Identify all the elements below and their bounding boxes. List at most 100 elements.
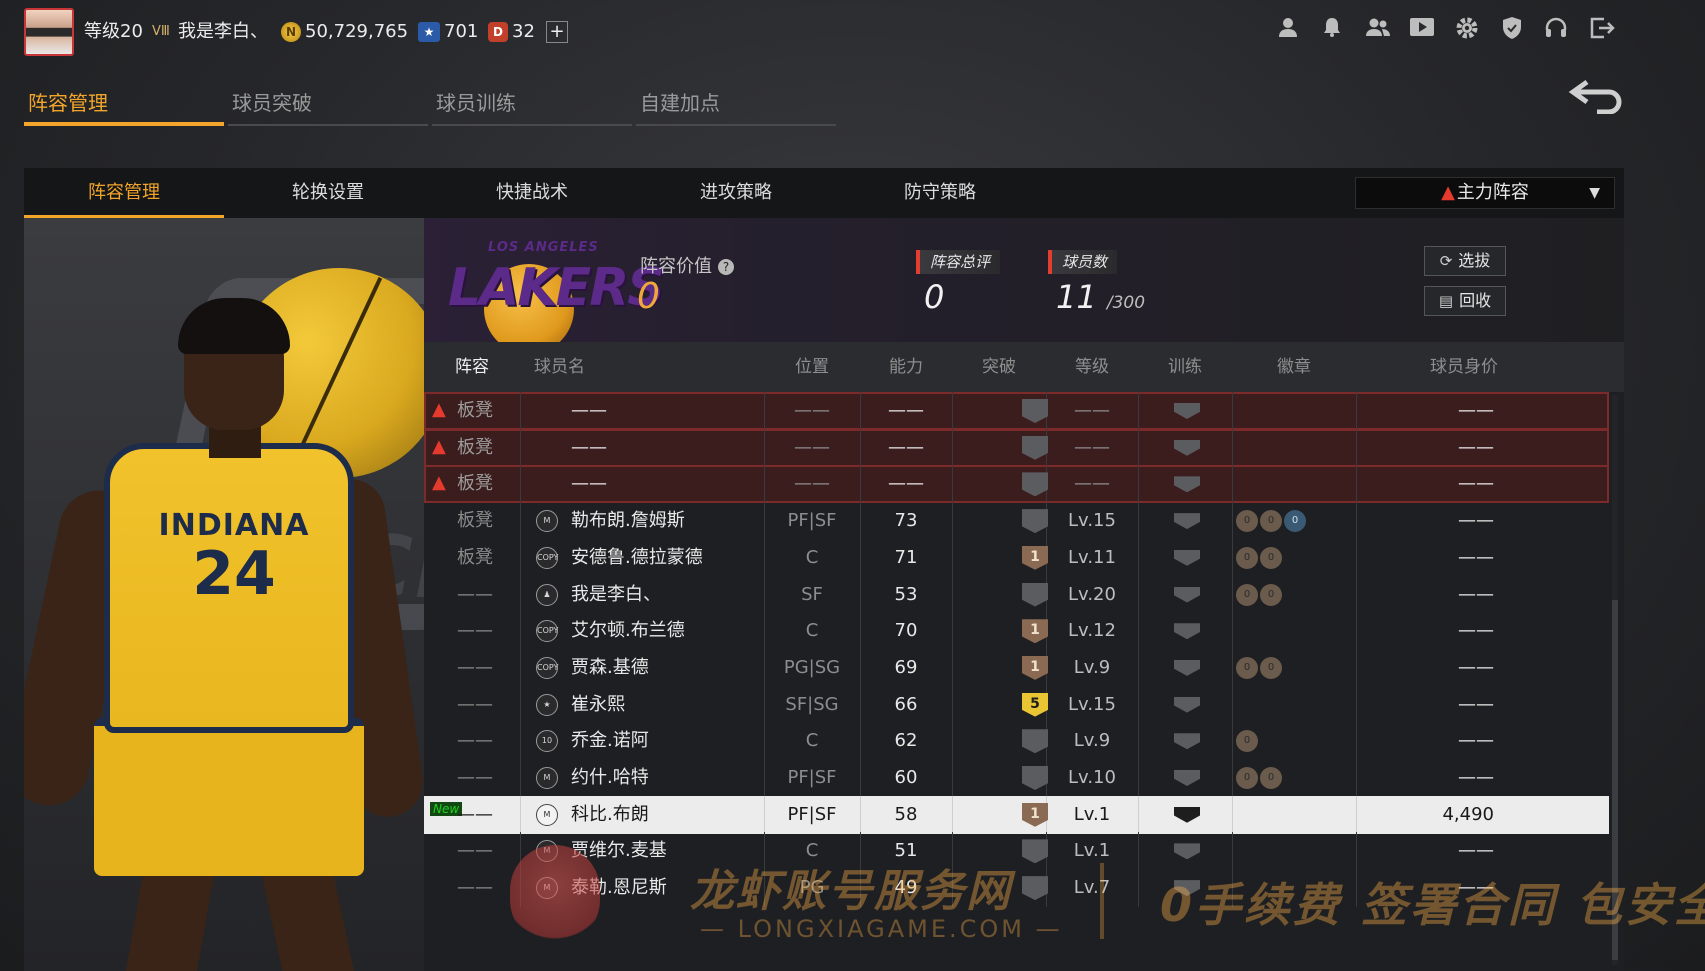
bell-icon[interactable] [1316,16,1348,48]
row-level: —— [1074,400,1110,421]
table-row[interactable]: ▲ 板凳 —— —— —— —— —— [424,392,1609,430]
training-icon[interactable] [1174,403,1200,419]
training-icon[interactable] [1174,623,1200,640]
gear-icon[interactable] [1451,16,1483,48]
tab-lineup-management[interactable]: 阵容管理 [24,86,224,126]
training-icon[interactable] [1174,439,1200,456]
row-player-name: 艾尔顿.布兰德 [571,620,685,642]
row-ability: 51 [894,840,918,862]
training-icon[interactable] [1174,806,1200,823]
table-row[interactable]: —— COPY 艾尔顿.布兰德 C 70 1 Lv.12 —— [424,612,1609,651]
tab-custom-points[interactable]: 自建加点 [636,86,836,126]
subtab-defense[interactable]: 防守策略 [840,168,1040,218]
add-currency-button[interactable]: + [546,21,568,43]
col-position[interactable]: 位置 [764,342,860,392]
row-player-name: 贾森.基德 [571,656,649,678]
training-icon[interactable] [1174,549,1200,566]
avatar[interactable] [24,8,74,56]
col-player-value[interactable]: 球员身价 [1414,342,1514,392]
subtab-quick-tactics[interactable]: 快捷战术 [432,168,632,218]
player-card-icon: M [536,877,558,900]
col-lineup[interactable]: 阵容 [424,342,520,392]
tab-label: 球员训练 [436,91,516,115]
col-ability[interactable]: 能力 [860,342,952,392]
lineup-value: 0 [637,276,660,317]
col-breakthrough[interactable]: 突破 [952,342,1046,392]
col-badges[interactable]: 徽章 [1232,342,1356,392]
row-position: —— [794,473,830,495]
table-row[interactable]: 板凳 COPY 安德鲁.德拉蒙德 C 71 1 Lv.11 0 0 —— [424,538,1609,577]
table-row[interactable]: New —— M 科比.布朗 PF|SF 58 1 Lv.1 4,490 [424,795,1609,834]
refresh-icon: ⟳ [1439,252,1453,270]
row-level: Lv.1 [1073,840,1111,862]
col-level[interactable]: 等级 [1046,342,1138,392]
scrollbar-thumb[interactable] [1612,600,1618,960]
exit-icon[interactable] [1586,16,1618,48]
row-lineup: —— [457,840,493,862]
subtab-offense[interactable]: 进攻策略 [636,168,836,218]
row-level: Lv.15 [1068,510,1116,532]
tab-player-breakthrough[interactable]: 球员突破 [228,86,428,126]
player-card-icon: M [536,767,558,789]
lakers-logo: LOS ANGELES LAKERS [448,236,665,354]
back-icon[interactable] [1565,78,1625,118]
training-icon[interactable] [1174,659,1200,676]
document-icon: ▤ [1438,292,1454,310]
subtab-rotation[interactable]: 轮换设置 [228,168,428,218]
training-icon[interactable] [1174,476,1200,493]
points-amount: 32 [512,21,535,42]
top-bar: 等级20 VⅢ 我是李白、 N 50,729,765 ★ 701 D 32 + [0,0,1705,64]
row-ability: 73 [894,510,918,532]
row-level: Lv.10 [1068,767,1116,788]
col-name[interactable]: 球员名 [534,342,614,392]
col-training[interactable]: 训练 [1138,342,1232,392]
table-row[interactable]: —— M 泰勒.恩尼斯 PG 49 Lv.7 —— [424,869,1609,908]
row-level: Lv.15 [1068,693,1116,715]
badge-icon: 0 [1236,510,1258,533]
training-icon[interactable] [1174,770,1200,786]
recycle-button[interactable]: ▤ 回收 [1424,286,1506,316]
badge-icon: 0 [1260,546,1282,569]
rank-mark: Ⅲ [160,24,170,39]
table-row[interactable]: ▲ 板凳 —— —— —— —— —— [424,465,1609,504]
video-icon[interactable] [1406,16,1438,48]
table-row[interactable]: —— M 约什.哈特 PF|SF 60 Lv.10 0 0 —— [424,759,1609,797]
row-ability: 62 [894,730,918,752]
row-player-name: 约什.哈特 [571,767,649,788]
training-icon[interactable] [1174,513,1200,530]
chevron-down-icon: ▼ [1589,185,1600,201]
badge-icon: 0 [1236,767,1258,789]
row-position: PG [799,877,825,899]
lineup-rating: 0 [924,278,945,316]
training-icon[interactable] [1174,696,1200,713]
friends-icon[interactable] [1362,16,1394,48]
training-icon[interactable] [1174,843,1200,860]
row-ability: 60 [894,767,918,788]
headset-icon[interactable] [1540,16,1572,48]
tab-player-training[interactable]: 球员训练 [432,86,632,126]
username[interactable]: 我是李白、 [178,0,268,64]
row-lineup: —— [457,656,493,678]
table-row[interactable]: —— ♟ 我是李白、 SF 53 Lv.20 0 0 —— [424,575,1609,614]
subtab-lineup[interactable]: 阵容管理 [24,168,224,218]
roster-table-header: 阵容 球员名 位置 能力 突破 等级 训练 徽章 球员身价 [424,342,1624,392]
lineup-dropdown[interactable]: ▲ 主力阵容 ▼ [1355,177,1615,209]
draft-button[interactable]: ⟳ 选拔 [1424,246,1506,276]
table-row[interactable]: 板凳 M 勒布朗.詹姆斯 PF|SF 73 Lv.15 0 0 0 —— [424,502,1609,541]
training-icon[interactable] [1174,586,1200,603]
table-row[interactable]: —— M 贾维尔.麦基 C 51 Lv.1 —— [424,832,1609,871]
table-row[interactable]: ▲ 板凳 —— —— —— —— —— [424,428,1609,467]
table-row[interactable]: —— ★ 崔永熙 SF|SG 66 5 Lv.15 —— [424,685,1609,724]
row-player-value: —— [1458,583,1494,605]
table-row[interactable]: —— 10 乔金.诺阿 C 62 Lv.9 0 —— [424,722,1609,761]
breakthrough-icon [1022,509,1048,534]
points-balance: D 32 [488,0,535,64]
profile-icon[interactable] [1272,16,1304,48]
row-player-value: —— [1458,546,1494,568]
table-row[interactable]: —— COPY 贾森.基德 PG|SG 69 1 Lv.9 0 0 —— [424,648,1609,687]
help-icon[interactable]: ? [718,259,734,275]
row-player-value: —— [1458,620,1494,642]
training-icon[interactable] [1174,880,1200,897]
training-icon[interactable] [1174,733,1200,750]
shield-icon[interactable] [1496,16,1528,48]
